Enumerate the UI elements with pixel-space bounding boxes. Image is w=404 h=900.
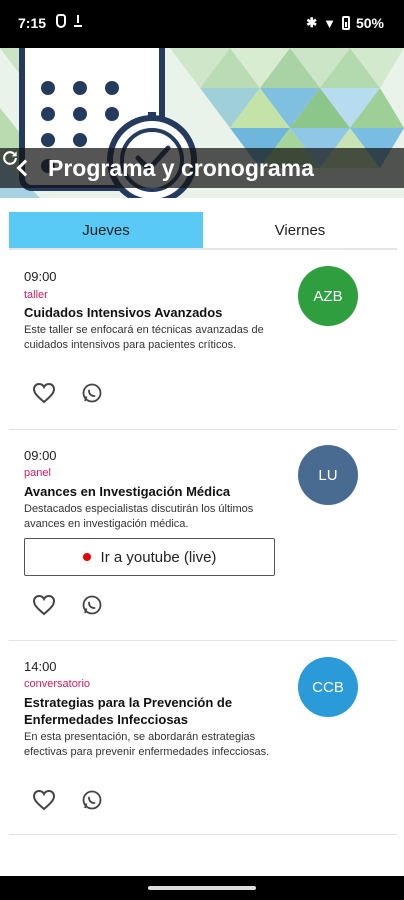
page-title: Programa y cronograma [48,154,314,181]
live-dot-icon [82,553,91,561]
heart-icon [32,382,56,404]
event-type: panel [24,467,51,479]
whatsapp-icon [82,790,102,810]
wifi-icon: ▼ [323,15,336,31]
status-bar: 7:15 ✱ ▼ 50% [0,0,404,48]
event-description: En esta presentación, se abordarán estra… [24,731,270,758]
avatar-initials: CCB [312,678,344,696]
event-time: 14:00 [24,659,57,674]
home-gesture-handle[interactable] [148,886,256,890]
tab-jueves[interactable]: Jueves [9,212,203,248]
speaker-avatar[interactable]: LU [298,445,358,505]
favorite-button[interactable] [32,593,56,617]
heart-icon [32,789,56,811]
event-card: 09:00 taller Cuidados Intensivos Avanzad… [9,252,397,430]
battery-icon [341,16,350,30]
shield-icon [56,14,66,28]
favorite-button[interactable] [32,788,56,812]
avatar-initials: AZB [313,287,343,305]
event-description: Destacados especialistas discutirán los … [24,503,254,530]
event-card: 09:00 panel Avances en Investigación Méd… [9,430,397,641]
day-tabs: Jueves Viernes [9,212,397,250]
speaker-avatar[interactable]: AZB [298,266,358,326]
heart-icon [32,594,56,616]
status-left-icons [56,14,82,28]
whatsapp-share-button[interactable] [80,593,104,617]
event-title[interactable]: Estrategias para la Prevención de Enferm… [24,694,284,728]
whatsapp-share-button[interactable] [80,381,104,405]
status-time: 7:15 [18,15,47,31]
battery-percent: 50% [355,15,384,31]
event-title[interactable]: Cuidados Intensivos Avanzados [24,304,284,321]
event-description: Este taller se enfocará en técnicas avan… [24,324,264,351]
event-title[interactable]: Avances en Investigación Médica [24,483,284,500]
status-right-icons: ✱ ▼ 50% [306,15,384,31]
refresh-button[interactable] [3,148,404,188]
bluetooth-icon: ✱ [306,15,318,30]
whatsapp-icon [82,595,102,615]
title-bar: Programa y cronograma [0,148,404,188]
youtube-live-label: Ir a youtube (live) [100,548,217,566]
event-time: 09:00 [24,448,57,463]
event-actions [32,593,104,617]
tab-viernes[interactable]: Viernes [203,212,397,248]
event-actions [32,381,104,405]
download-icon [74,15,82,27]
favorite-button[interactable] [32,381,56,405]
refresh-icon [3,151,17,165]
event-type: taller [24,289,48,301]
avatar-initials: LU [318,466,338,484]
event-type: conversatorio [24,678,91,690]
whatsapp-share-button[interactable] [80,788,104,812]
event-actions [32,788,104,812]
whatsapp-icon [82,383,102,403]
event-time: 09:00 [24,269,57,284]
system-nav-bar [0,876,404,900]
youtube-live-button[interactable]: Ir a youtube (live) [24,538,275,576]
speaker-avatar[interactable]: CCB [298,657,358,717]
header-banner: Programa y cronograma [0,48,404,198]
event-card: 14:00 conversatorio Estrategias para la … [9,641,397,835]
